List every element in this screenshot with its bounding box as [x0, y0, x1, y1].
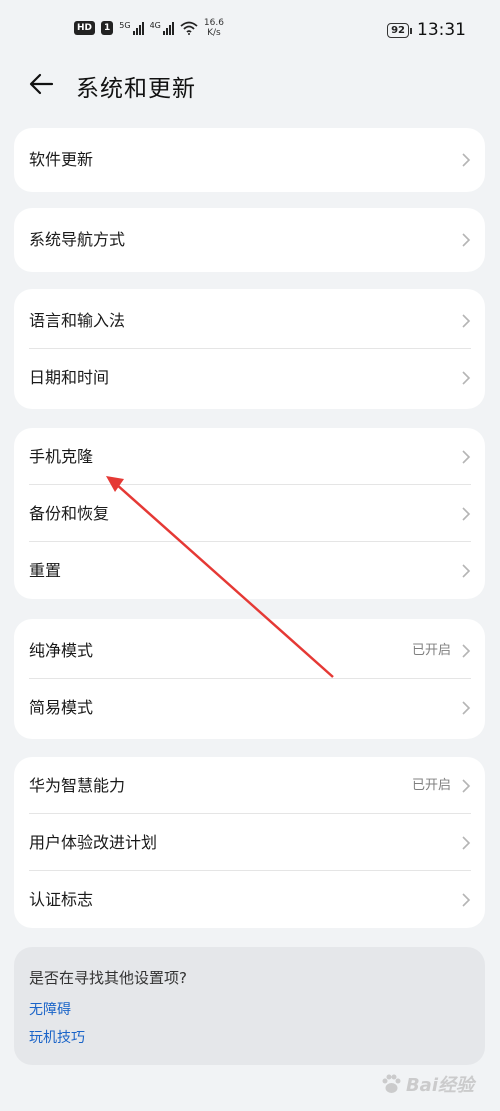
- chevron-right-icon: [462, 314, 471, 328]
- wifi-icon: [180, 21, 198, 35]
- row-date-time[interactable]: 日期和时间: [14, 349, 485, 406]
- link-tips[interactable]: 玩机技巧: [29, 1027, 85, 1047]
- signal-4g-label: 4G: [149, 21, 161, 30]
- status-bar: HD 1 5G 4G 16.6 K/s 92 13:31: [0, 0, 500, 58]
- speed-unit: K/s: [207, 28, 221, 38]
- row-label: 重置: [29, 561, 62, 580]
- row-label: 用户体验改进计划: [29, 833, 158, 852]
- row-ux-improvement[interactable]: 用户体验改进计划: [14, 814, 485, 871]
- row-pure-mode[interactable]: 纯净模式 已开启: [14, 622, 485, 679]
- row-system-navigation[interactable]: 系统导航方式: [14, 208, 485, 272]
- row-label: 软件更新: [29, 150, 94, 169]
- baidu-watermark: Bai经验: [380, 1071, 474, 1097]
- chevron-right-icon: [462, 233, 471, 247]
- chevron-right-icon: [462, 153, 471, 167]
- clock: 13:31: [417, 20, 466, 40]
- row-label: 简易模式: [29, 698, 94, 717]
- battery-icon: 92: [387, 22, 412, 38]
- page-title: 系统和更新: [76, 76, 196, 102]
- signal-5g-label: 5G: [119, 21, 131, 30]
- back-arrow-icon[interactable]: [26, 68, 58, 100]
- group-clone-backup-reset: 手机克隆 备份和恢复 重置: [14, 428, 485, 599]
- row-label: 华为智慧能力: [29, 776, 126, 795]
- network-speed: 16.6 K/s: [204, 18, 224, 38]
- group-language-datetime: 语言和输入法 日期和时间: [14, 289, 485, 409]
- chevron-right-icon: [462, 836, 471, 850]
- hd-badge: HD: [74, 21, 96, 35]
- row-label: 纯净模式: [29, 641, 94, 660]
- status-left: HD 1 5G 4G 16.6 K/s: [74, 18, 224, 38]
- sim-badge: 1: [101, 21, 114, 35]
- group-modes: 纯净模式 已开启 简易模式: [14, 619, 485, 739]
- link-accessibility[interactable]: 无障碍: [29, 999, 71, 1019]
- chevron-right-icon: [462, 701, 471, 715]
- signal-4g-icon: 4G: [150, 21, 174, 35]
- row-label: 认证标志: [29, 890, 94, 909]
- row-reset[interactable]: 重置: [14, 542, 485, 599]
- group-software-update: 软件更新: [14, 128, 485, 192]
- group-navigation: 系统导航方式: [14, 208, 485, 272]
- row-label: 备份和恢复: [29, 504, 110, 523]
- signal-5g-icon: 5G: [119, 21, 144, 35]
- chevron-right-icon: [462, 450, 471, 464]
- row-software-update[interactable]: 软件更新: [14, 128, 485, 192]
- row-phone-clone[interactable]: 手机克隆: [14, 428, 485, 485]
- chevron-right-icon: [462, 779, 471, 793]
- status-text: 已开启: [411, 778, 451, 793]
- watermark-text: Bai经验: [405, 1075, 474, 1096]
- row-label: 日期和时间: [29, 368, 110, 387]
- page-header: 系统和更新: [0, 62, 500, 110]
- suggestion-box: 是否在寻找其他设置项? 无障碍 玩机技巧: [14, 947, 485, 1065]
- row-backup-restore[interactable]: 备份和恢复: [14, 485, 485, 542]
- baidu-paw-icon: [382, 1074, 401, 1093]
- row-huawei-intelligence[interactable]: 华为智慧能力 已开启: [14, 757, 485, 814]
- row-certification[interactable]: 认证标志: [14, 871, 485, 928]
- status-text: 已开启: [411, 643, 451, 658]
- chevron-right-icon: [462, 507, 471, 521]
- chevron-right-icon: [462, 893, 471, 907]
- speed-value: 16.6: [203, 18, 224, 28]
- suggestion-question: 是否在寻找其他设置项?: [29, 969, 187, 987]
- row-simple-mode[interactable]: 简易模式: [14, 679, 485, 736]
- row-label: 手机克隆: [29, 447, 94, 466]
- row-language-input[interactable]: 语言和输入法: [14, 292, 485, 349]
- chevron-right-icon: [462, 371, 471, 385]
- group-huawei: 华为智慧能力 已开启 用户体验改进计划 认证标志: [14, 757, 485, 928]
- chevron-right-icon: [462, 564, 471, 578]
- row-label: 系统导航方式: [29, 230, 126, 249]
- chevron-right-icon: [462, 644, 471, 658]
- status-right: 92 13:31: [387, 20, 466, 40]
- row-label: 语言和输入法: [29, 311, 126, 330]
